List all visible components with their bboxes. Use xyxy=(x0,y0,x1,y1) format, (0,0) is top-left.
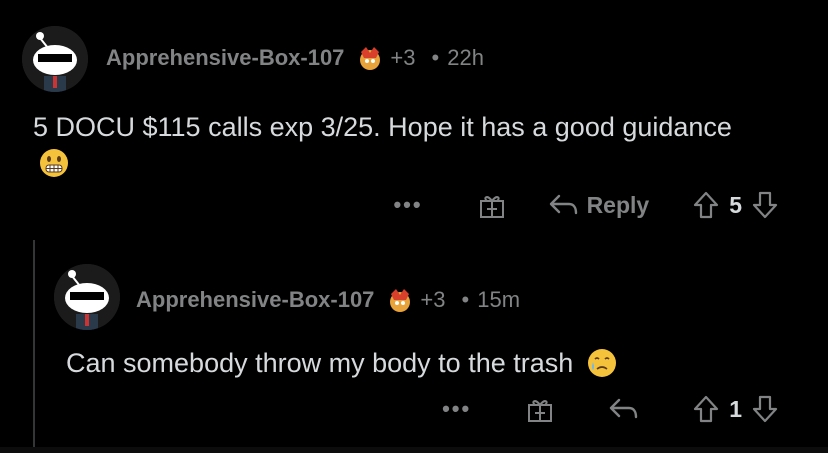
achievement-flair-icon xyxy=(390,289,411,312)
upvote-arrow-icon[interactable] xyxy=(691,190,721,220)
timestamp: 22h xyxy=(447,45,484,70)
comment-actions: ••• Reply 5 xyxy=(393,190,780,220)
comment-meta: Apprehensive-Box-107 +3 • 22h xyxy=(106,44,484,72)
comment-reply: Apprehensive-Box-107 +3 • 15m Can somebo… xyxy=(0,240,828,453)
username[interactable]: Apprehensive-Box-107 xyxy=(136,287,374,313)
more-options-button[interactable]: ••• xyxy=(393,192,422,218)
vote-controls: 5 xyxy=(691,190,780,220)
bottom-divider xyxy=(0,447,828,453)
achievement-flair-icon xyxy=(360,47,381,70)
comment-body: Can somebody throw my body to the trash xyxy=(66,345,786,381)
reply-arrow-icon xyxy=(610,398,638,419)
separator-dot: • xyxy=(461,287,470,312)
comment-meta: Apprehensive-Box-107 +3 • 15m xyxy=(136,286,520,314)
vote-controls: 1 xyxy=(691,394,780,424)
comment: Apprehensive-Box-107 +3 • 22h 5 DOCU $11… xyxy=(0,0,828,240)
comment-body: 5 DOCU $115 calls exp 3/25. Hope it has … xyxy=(33,109,753,181)
separator-dot: • xyxy=(431,45,440,70)
more-options-button[interactable]: ••• xyxy=(442,396,471,422)
gift-icon xyxy=(528,400,553,422)
timestamp: 15m xyxy=(477,287,521,312)
face-holding-back-tears-icon xyxy=(587,349,616,377)
award-button[interactable] xyxy=(477,190,507,220)
karma-count: +3 xyxy=(390,45,416,70)
username[interactable]: Apprehensive-Box-107 xyxy=(106,45,344,71)
vote-count: 5 xyxy=(729,191,742,218)
vote-count: 1 xyxy=(729,395,742,422)
snoo-avatar-icon xyxy=(54,264,120,330)
comment-actions: ••• 1 xyxy=(442,394,780,424)
comment-text: Can somebody throw my body to the trash xyxy=(66,348,574,378)
downvote-arrow-icon[interactable] xyxy=(750,394,780,424)
reply-button[interactable] xyxy=(607,396,639,422)
gift-icon xyxy=(479,196,504,218)
avatar[interactable] xyxy=(54,264,120,330)
award-button[interactable] xyxy=(525,394,555,424)
reply-button[interactable]: Reply xyxy=(547,191,650,219)
reply-arrow-icon xyxy=(549,194,577,215)
upvote-arrow-icon[interactable] xyxy=(691,394,721,424)
downvote-arrow-icon[interactable] xyxy=(750,190,780,220)
avatar[interactable] xyxy=(22,26,88,92)
comment-text: 5 DOCU $115 calls exp 3/25. Hope it has … xyxy=(33,112,732,142)
snoo-avatar-icon xyxy=(22,26,88,92)
reply-label: Reply xyxy=(586,191,650,218)
karma-count: +3 xyxy=(420,287,446,312)
grimacing-face-icon xyxy=(40,149,68,177)
